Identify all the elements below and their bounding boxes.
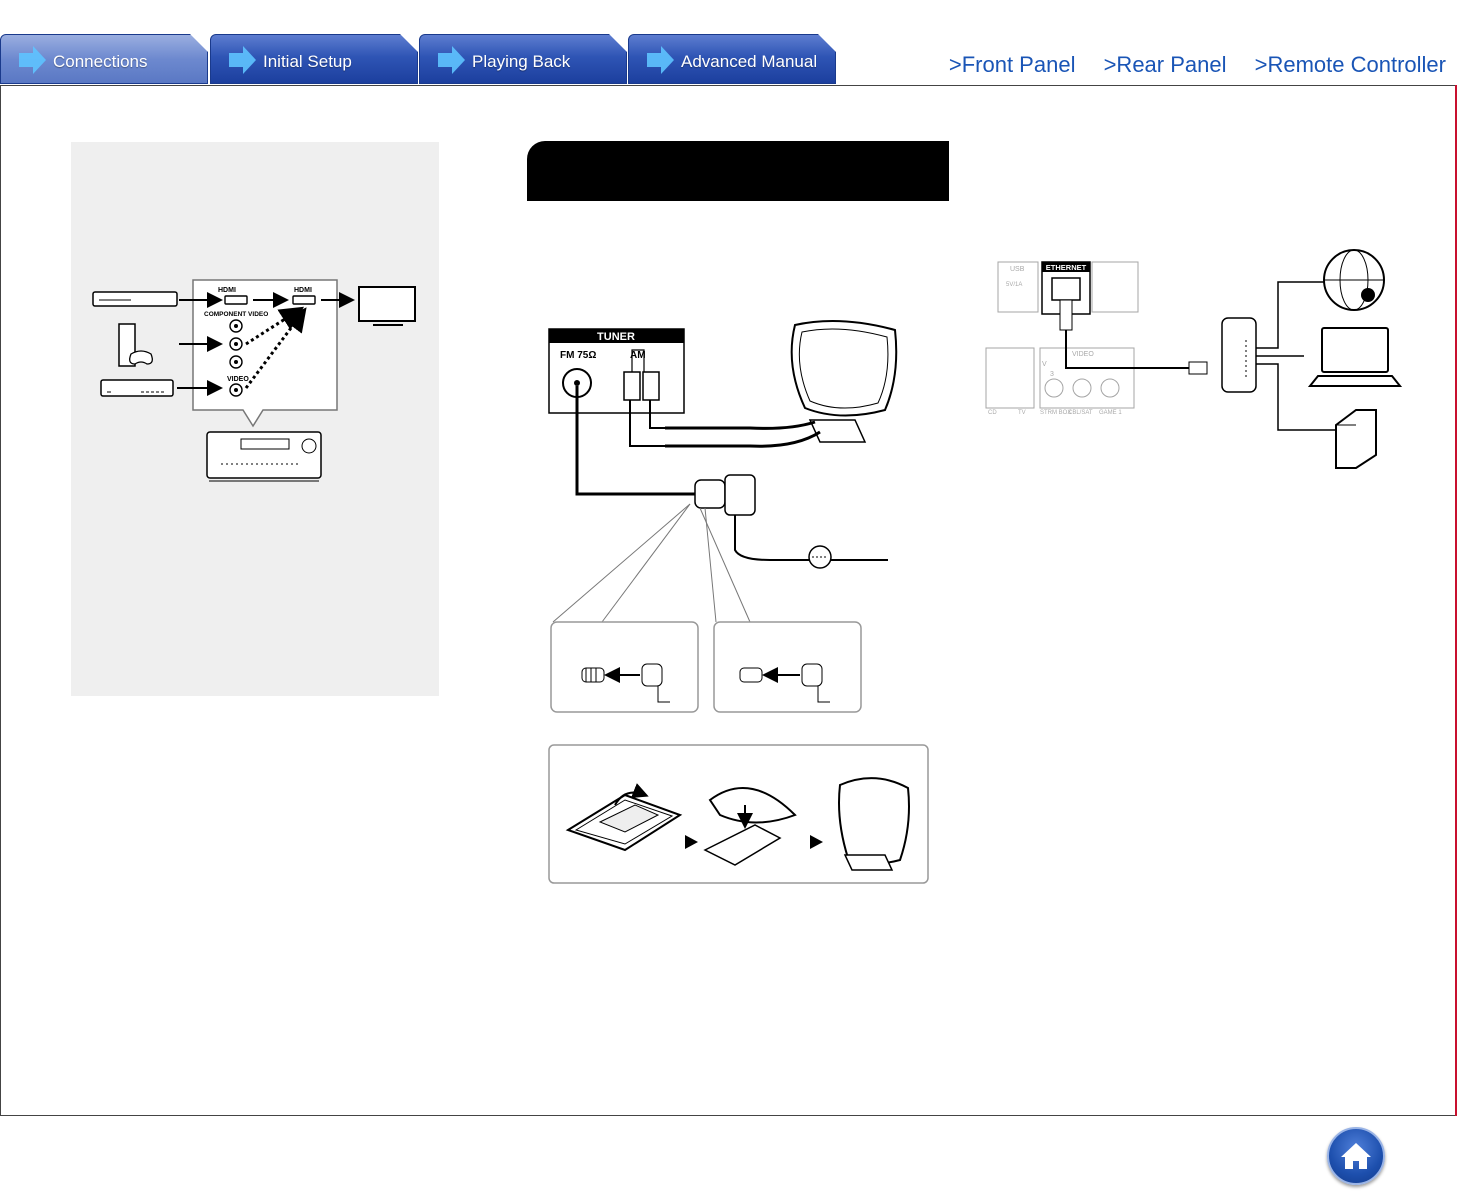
arrow-right-icon — [438, 46, 465, 74]
usb-rating: 5V/1A — [1006, 282, 1022, 288]
tuner-header: TUNER — [597, 331, 635, 343]
section-heading-bar — [527, 141, 949, 201]
hdmi-out-label: HDMI — [294, 287, 312, 294]
jack-v-label: V — [1042, 361, 1047, 368]
component-video-label: COMPONENT VIDEO — [204, 311, 268, 318]
video-section-label: VIDEO — [1072, 351, 1094, 358]
link-remote-controller[interactable]: >Remote Controller — [1255, 52, 1446, 77]
network-connection-diagram: USB 5V/1A VIDEO V 3 CD TV STRM BOX CBL/S… — [985, 249, 1403, 469]
usb-label: USB — [1010, 266, 1025, 273]
tab-label: Playing Back — [472, 52, 571, 71]
top-nav-links: >Front Panel >Rear Panel >Remote Control… — [927, 52, 1446, 78]
av-receiver-icon — [206, 431, 322, 482]
fm-plug-detail-box — [550, 621, 699, 713]
nas-storage-icon — [1335, 409, 1377, 469]
game-console-icon — [118, 323, 153, 367]
bluray-player-icon — [92, 291, 178, 307]
page-edge-rule — [1455, 85, 1457, 1116]
tv-icon — [358, 286, 416, 326]
tab-label: Connections — [53, 52, 148, 71]
jack-label-cbl-sat: CBL/SAT — [1068, 410, 1093, 416]
arrow-right-icon — [229, 46, 256, 74]
jack-label-cd: CD — [988, 410, 997, 416]
antenna-connection-diagram: TUNER FM 75Ω AM — [548, 320, 929, 884]
link-front-panel[interactable]: >Front Panel — [949, 52, 1076, 77]
tab-advanced-manual[interactable]: Advanced Manual — [628, 34, 836, 84]
top-tab-bar: Connections Initial Setup Playing Back A… — [0, 34, 840, 86]
fm-plug-detail-box-alt — [713, 621, 862, 713]
jack-label-tv: TV — [1018, 410, 1026, 416]
tab-connections[interactable]: Connections — [0, 34, 208, 84]
ethernet-label: ETHERNET — [1046, 263, 1087, 272]
tab-initial-setup[interactable]: Initial Setup — [210, 34, 418, 84]
link-rear-panel[interactable]: >Rear Panel — [1104, 52, 1227, 77]
jack-number-label: 3 — [1050, 371, 1054, 378]
jack-label-game: GAME 1 — [1099, 410, 1122, 416]
home-icon — [1341, 1143, 1371, 1169]
video-connection-diagram: HDMI HDMI COMPONENT VIDEO VIDEO — [92, 279, 416, 482]
jack-label-strm-box: STRM BOX — [1040, 410, 1071, 416]
tuner-panel: TUNER FM 75Ω AM — [548, 328, 685, 414]
tab-label: Advanced Manual — [681, 52, 818, 71]
fm-antenna-plug-icon — [694, 474, 888, 569]
hdmi-in-label: HDMI — [218, 287, 236, 294]
settop-box-icon — [100, 379, 174, 397]
tab-playing-back[interactable]: Playing Back — [419, 34, 627, 84]
router-icon — [1221, 317, 1257, 393]
video-label: VIDEO — [227, 376, 249, 383]
laptop-icon — [1307, 327, 1403, 387]
arrow-right-icon — [647, 46, 674, 74]
fm-label: FM 75Ω — [560, 350, 596, 361]
video-connection-panel: HDMI HDMI COMPONENT VIDEO VIDEO — [71, 142, 439, 696]
tab-label: Initial Setup — [263, 52, 352, 71]
internet-globe-icon — [1323, 249, 1385, 311]
arrow-right-icon — [19, 46, 46, 74]
home-button[interactable] — [1327, 1127, 1385, 1185]
